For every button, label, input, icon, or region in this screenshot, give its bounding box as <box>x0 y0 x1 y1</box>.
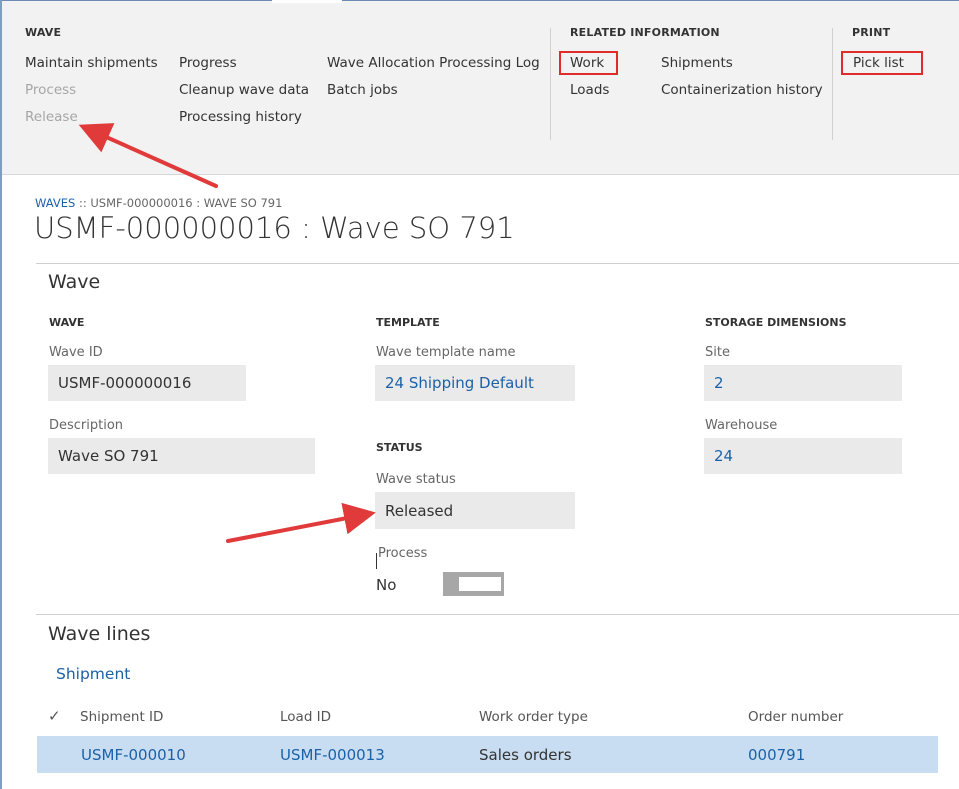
annotation-arrows <box>78 123 376 543</box>
arrow-to-release <box>78 123 218 188</box>
arrow-to-released-status <box>226 502 376 543</box>
